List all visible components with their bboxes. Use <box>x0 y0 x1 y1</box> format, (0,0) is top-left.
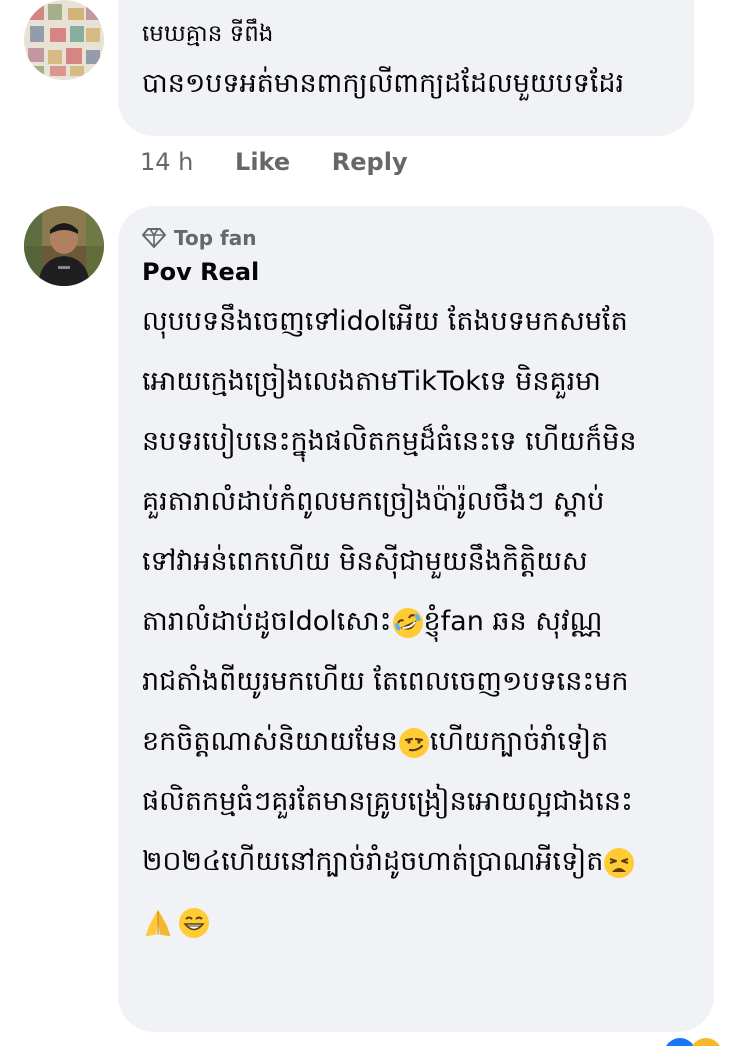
comment-line: អោយក្មេងច្រៀងលេងតាមTikTokទេ មិនគួរមា <box>142 366 601 397</box>
reactions-summary[interactable] <box>664 1038 724 1046</box>
grin-emoji-icon <box>179 907 209 938</box>
comment-actions: 14 h Like Reply <box>140 148 408 176</box>
comment-line-text: ២០២៤ហើយនៅក្បាច់រាំដូចហាត់ប្រាណអីទៀត <box>142 846 604 877</box>
commenter-avatar[interactable] <box>24 0 104 80</box>
avatar-image <box>24 206 104 286</box>
comment-line: នបទរបៀបនេះក្នុងផលិតកម្មដ៏ធំនេះទេ ហើយក៏មិ… <box>142 426 637 457</box>
pray-emoji-icon <box>145 909 171 936</box>
comment-author[interactable]: មេឃគ្មាន ទីពឹង <box>142 20 273 53</box>
comment-line: ខកចិត្តណាស់និយាយមែន ហើយក្បាច់រាំទៀត <box>142 712 702 772</box>
comment-line-text: ខ្ញុំfan ឆន សុវណ្ណ <box>423 606 603 637</box>
comment-line: ២០២៤ហើយនៅក្បាច់រាំដូចហាត់ប្រាណអីទៀត <box>142 832 702 892</box>
like-reaction-icon <box>666 1038 720 1046</box>
comment-bubble[interactable]: Top fan Pov Real លុបបទនឹងចេញទៅidolអើយ តែ… <box>118 206 714 1032</box>
comment-bubble[interactable]: មេឃគ្មាន ទីពឹង បាន១បទអត់មានពាក្យលីពាក្យដ… <box>118 0 694 136</box>
comment-line: ទៅវាអន់ពេកហើយ មិនស៊ីជាមួយនឹងកិត្តិយស <box>142 546 588 577</box>
comment-line: រាជតាំងពីយូរមកហើយ តែពេលចេញ១បទនេះមក <box>142 666 629 697</box>
comment-line: តារាលំដាប់ដូចIdolសោះ ខ្ញុំfan ឆន សុវណ្ណ <box>142 592 702 652</box>
comment-line-text: ហើយក្បាច់រាំទៀត <box>429 726 609 757</box>
comment-line-text: តារាលំដាប់ដូចIdolសោះ <box>142 606 392 637</box>
weary-emoji-icon <box>604 847 635 878</box>
comment-author[interactable]: Pov Real <box>142 258 259 286</box>
comment-line: ផលិតកម្មធំៗគួរតែមានគ្រូបង្រៀនអោយល្អជាងនេ… <box>142 786 633 817</box>
avatar-image <box>24 0 104 80</box>
comment-line: លុបបទនឹងចេញទៅidolអើយ តែងបទមកសមតែ <box>142 306 628 337</box>
comment-line <box>142 892 702 952</box>
comment-line: គួរតារាលំដាប់កំពូលមកច្រៀងប៉ារ៉ូលចឹងៗ ស្ត… <box>142 486 605 517</box>
comment-timestamp[interactable]: 14 h <box>140 148 193 176</box>
diamond-icon <box>142 228 166 248</box>
commenter-avatar[interactable] <box>24 206 104 286</box>
comment-text: លុបបទនឹងចេញទៅidolអើយ តែងបទមកសមតែ អោយក្មេ… <box>142 292 702 952</box>
smirk-emoji-icon <box>398 727 429 758</box>
rofl-emoji-icon <box>392 607 423 638</box>
top-fan-badge: Top fan <box>142 226 256 250</box>
comment-text: បាន១បទអត់មានពាក្យលីពាក្យដដែលមួយបទដែរ <box>142 68 625 99</box>
like-button[interactable]: Like <box>235 148 290 176</box>
reply-button[interactable]: Reply <box>332 148 408 176</box>
top-fan-label: Top fan <box>174 226 257 250</box>
comment-line-text: ខកចិត្តណាស់និយាយមែន <box>142 726 398 757</box>
